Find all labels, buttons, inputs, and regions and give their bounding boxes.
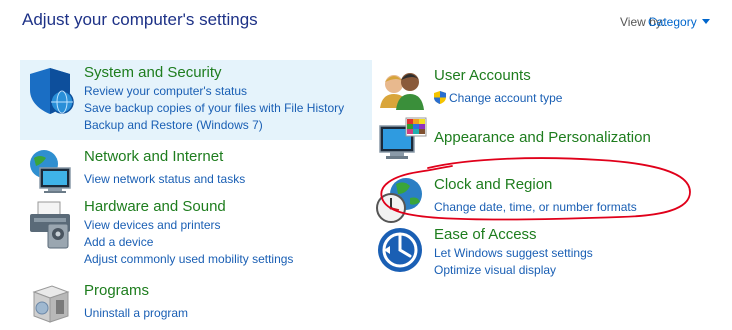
red-circle-annotation: [380, 157, 691, 221]
